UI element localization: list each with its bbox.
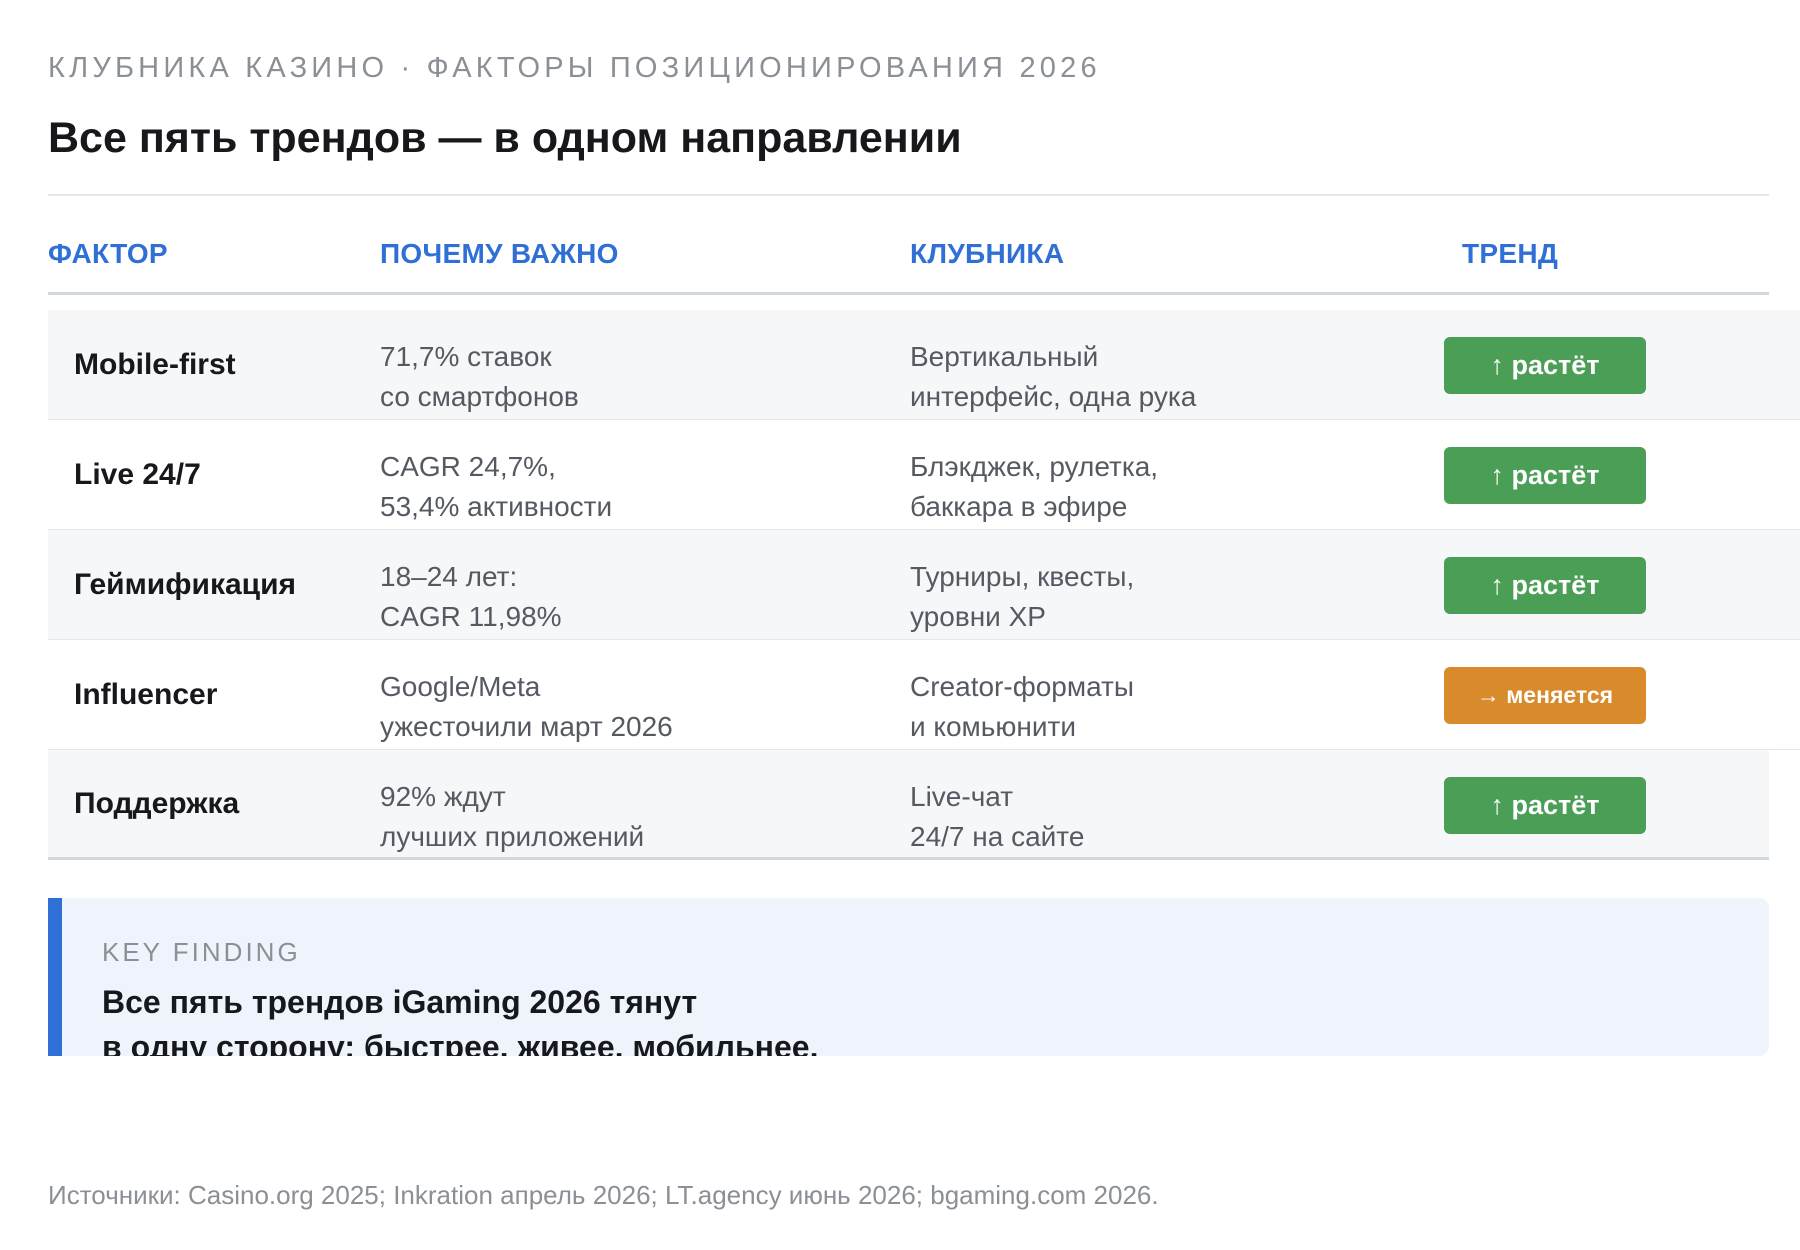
why-line: ужесточили март 2026: [380, 711, 673, 742]
why-cell: Google/Meta ужесточили март 2026: [380, 667, 673, 747]
klubnika-line: Турниры, квесты,: [910, 561, 1135, 592]
why-cell: 71,7% ставок со смартфонов: [380, 337, 579, 417]
column-header-factor: ФАКТОР: [48, 238, 168, 269]
klubnika-cell: Турниры, квесты, уровни XP: [910, 557, 1134, 637]
trend-badge: ↑ растёт: [1444, 447, 1646, 504]
column-header-why: ПОЧЕМУ ВАЖНО: [380, 238, 619, 269]
why-line: со смартфонов: [380, 381, 579, 412]
table-row: Поддержка 92% ждут лучших приложений Liv…: [48, 750, 1769, 860]
why-line: Google/Meta: [380, 671, 541, 702]
klubnika-cell: Блэкджек, рулетка, баккара в эфире: [910, 447, 1158, 527]
key-finding-callout: KEY FINDING Все пять трендов iGaming 202…: [48, 898, 1769, 1056]
title-divider: [48, 194, 1769, 196]
factor-cell: Геймификация: [74, 567, 297, 601]
key-finding-text: Все пять трендов iGaming 2026 тянут в од…: [102, 980, 818, 1056]
trend-badge: ↑ растёт: [1444, 337, 1646, 394]
key-finding-label: KEY FINDING: [102, 937, 301, 967]
klubnika-line: Live-чат: [910, 781, 1014, 812]
table-header: ФАКТОР ПОЧЕМУ ВАЖНО КЛУБНИКА ТРЕНД: [48, 238, 1769, 295]
sources-footnote: Источники: Casino.org 2025; Inkration ап…: [48, 1180, 1159, 1210]
eyebrow: КЛУБНИКА КАЗИНО · ФАКТОРЫ ПОЗИЦИОНИРОВАН…: [48, 52, 1101, 84]
klubnika-line: Блэкджек, рулетка,: [910, 451, 1159, 482]
why-line: 18–24 лет:: [380, 561, 518, 592]
table-row: Live 24/7 CAGR 24,7%, 53,4% активности Б…: [48, 420, 1800, 530]
factor-cell: Influencer: [74, 677, 218, 711]
klubnika-cell: Live-чат 24/7 на сайте: [910, 777, 1084, 857]
column-header-klubnika: КЛУБНИКА: [910, 238, 1065, 269]
key-finding-line: в одну сторону: быстрее, живее, мобильне…: [102, 1029, 819, 1056]
why-line: 71,7% ставок: [380, 341, 552, 372]
table-row: Influencer Google/Meta ужесточили март 2…: [48, 640, 1800, 750]
why-cell: 92% ждут лучших приложений: [380, 777, 644, 857]
trend-badge: ↑ растёт: [1444, 557, 1646, 614]
page-title: Все пять трендов — в одном направлении: [48, 114, 962, 162]
klubnika-line: уровни XP: [910, 601, 1046, 632]
klubnika-cell: Creator-форматы и комьюнити: [910, 667, 1134, 747]
klubnika-line: интерфейс, одна рука: [910, 381, 1197, 412]
why-line: лучших приложений: [380, 821, 645, 852]
klubnika-line: баккара в эфире: [910, 491, 1128, 522]
factor-cell: Mobile-first: [74, 347, 236, 381]
callout-accent-bar: [48, 898, 62, 1056]
table-row: Геймификация 18–24 лет: CAGR 11,98% Турн…: [48, 530, 1800, 640]
trend-badge: → меняется: [1444, 667, 1646, 724]
klubnika-line: 24/7 на сайте: [910, 821, 1085, 852]
why-cell: 18–24 лет: CAGR 11,98%: [380, 557, 562, 637]
why-line: CAGR 24,7%,: [380, 451, 556, 482]
klubnika-line: и комьюнити: [910, 711, 1076, 742]
table-body: Mobile-first 71,7% ставок со смартфонов …: [48, 310, 1800, 860]
key-finding-line: Все пять трендов iGaming 2026 тянут: [102, 984, 698, 1020]
why-line: 53,4% активности: [380, 491, 613, 522]
why-line: CAGR 11,98%: [380, 601, 562, 632]
why-cell: CAGR 24,7%, 53,4% активности: [380, 447, 612, 527]
why-line: 92% ждут: [380, 781, 506, 812]
trend-badge: ↑ растёт: [1444, 777, 1646, 834]
factor-cell: Live 24/7: [74, 457, 201, 491]
klubnika-cell: Вертикальный интерфейс, одна рука: [910, 337, 1196, 417]
factor-cell: Поддержка: [74, 786, 240, 820]
table-row: Mobile-first 71,7% ставок со смартфонов …: [48, 310, 1800, 420]
klubnika-line: Creator-форматы: [910, 671, 1135, 702]
column-header-trend: ТРЕНД: [1462, 238, 1559, 269]
klubnika-line: Вертикальный: [910, 341, 1099, 372]
